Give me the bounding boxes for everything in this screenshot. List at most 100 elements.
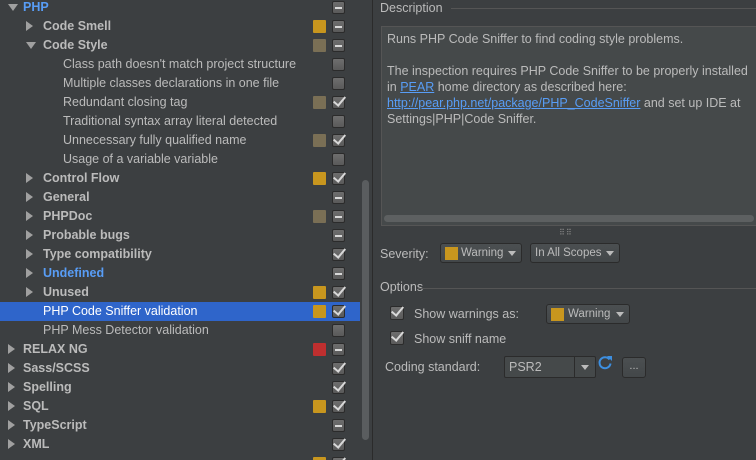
enable-checkbox[interactable] (332, 286, 345, 299)
collapsed-arrow-icon[interactable] (26, 230, 33, 240)
enable-checkbox[interactable] (332, 20, 345, 33)
enable-checkbox[interactable] (332, 248, 345, 261)
coding-standard-value: PSR2 (509, 360, 542, 374)
tree-scrollbar[interactable] (362, 180, 369, 440)
collapsed-arrow-icon[interactable] (26, 211, 33, 221)
tree-row[interactable]: SQL (0, 397, 360, 416)
tree-row[interactable]: Traditional syntax array literal detecte… (0, 112, 360, 131)
tree-row-label: Control Flow (43, 171, 120, 185)
tree-row-label: PHPDoc (43, 209, 93, 223)
refresh-icon[interactable] (596, 354, 614, 372)
scope-value: In All Scopes (535, 247, 602, 259)
collapsed-arrow-icon[interactable] (8, 363, 15, 373)
show-warnings-label: Show warnings as: (414, 307, 519, 321)
severity-label: Severity: (380, 247, 429, 261)
tree-row[interactable]: Multiple classes declarations in one fil… (0, 74, 360, 93)
description-paragraph-2: The inspection requires PHP Code Sniffer… (387, 63, 756, 127)
enable-checkbox[interactable] (332, 419, 345, 432)
enable-checkbox[interactable] (332, 267, 345, 280)
collapsed-arrow-icon[interactable] (26, 268, 33, 278)
tree-row[interactable]: RELAX NG (0, 340, 360, 359)
collapsed-arrow-icon[interactable] (26, 192, 33, 202)
collapsed-arrow-icon[interactable] (26, 21, 33, 31)
show-warnings-dropdown[interactable]: Warning (546, 304, 630, 324)
enable-checkbox[interactable] (332, 115, 345, 128)
tree-row[interactable]: Sass/SCSS (0, 359, 360, 378)
enable-checkbox[interactable] (332, 400, 345, 413)
collapsed-arrow-icon[interactable] (8, 439, 15, 449)
enable-checkbox[interactable] (332, 362, 345, 375)
enable-checkbox[interactable] (332, 210, 345, 223)
tree-row-label: RELAX NG (23, 342, 88, 356)
severity-swatch-icon (313, 305, 326, 318)
enable-checkbox[interactable] (332, 324, 345, 337)
collapsed-arrow-icon[interactable] (8, 344, 15, 354)
show-sniff-name-checkbox[interactable] (390, 331, 404, 345)
tree-row[interactable]: PHP (0, 0, 360, 17)
enable-checkbox[interactable] (332, 381, 345, 394)
tree-row[interactable]: PHPDoc (0, 207, 360, 226)
tree-row[interactable]: Type compatibility (0, 245, 360, 264)
tree-row[interactable]: PHP Mess Detector validation (0, 321, 360, 340)
chevron-down-icon (606, 251, 614, 256)
options-separator (418, 288, 756, 289)
description-text-b: home directory as described here: (434, 80, 627, 94)
enable-checkbox[interactable] (332, 305, 345, 318)
scope-dropdown[interactable]: In All Scopes (530, 243, 620, 263)
tree-row[interactable]: Unnecessary fully qualified name (0, 131, 360, 150)
show-warnings-checkbox[interactable] (390, 306, 404, 320)
tree-row-label: Type compatibility (43, 247, 152, 261)
collapsed-arrow-icon[interactable] (8, 382, 15, 392)
enable-checkbox[interactable] (332, 438, 345, 451)
tree-row[interactable]: Class path doesn't match project structu… (0, 55, 360, 74)
enable-checkbox[interactable] (332, 343, 345, 356)
collapsed-arrow-icon[interactable] (26, 173, 33, 183)
tree-row[interactable]: TypeScript (0, 416, 360, 435)
tree-row[interactable]: Undefined (0, 264, 360, 283)
tree-row[interactable]: Redundant closing tag (0, 93, 360, 112)
tree-row-label: Class path doesn't match project structu… (63, 57, 297, 71)
tree-row[interactable]: Probable bugs (0, 226, 360, 245)
enable-checkbox[interactable] (332, 39, 345, 52)
coding-standard-dropdown[interactable]: PSR2 (504, 356, 596, 378)
tree-row[interactable]: Code Smell (0, 17, 360, 36)
tree-row[interactable]: PHP Code Sniffer validation (0, 302, 360, 321)
tree-row[interactable]: Control Flow (0, 169, 360, 188)
collapsed-arrow-icon[interactable] (26, 249, 33, 259)
tree-row[interactable]: Unused (0, 283, 360, 302)
collapsed-arrow-icon[interactable] (8, 420, 15, 430)
tree-row[interactable]: Spelling (0, 378, 360, 397)
inspections-tree[interactable]: PHP Code Smell Code Style Class path doesn'… (0, 0, 372, 460)
expanded-arrow-icon[interactable] (26, 42, 36, 49)
severity-dropdown[interactable]: Warning (440, 243, 522, 263)
enable-checkbox[interactable] (332, 191, 345, 204)
tree-row-label: Spelling (23, 380, 72, 394)
coding-standard-label: Coding standard: (385, 360, 481, 374)
enable-checkbox[interactable] (332, 172, 345, 185)
collapsed-arrow-icon[interactable] (26, 287, 33, 297)
tree-row[interactable]: Usage of a variable variable (0, 150, 360, 169)
resize-grip-icon[interactable]: ⠿⠿ (559, 228, 573, 237)
tree-row-label: Traditional syntax array literal detecte… (63, 114, 278, 128)
tree-row[interactable]: General (0, 188, 360, 207)
enable-checkbox[interactable] (332, 134, 345, 147)
tree-row-label: Probable bugs (43, 228, 130, 242)
tree-row[interactable]: Code Style (0, 36, 360, 55)
enable-checkbox[interactable] (332, 77, 345, 90)
tree-row[interactable] (0, 454, 360, 460)
pear-link[interactable]: PEAR (400, 80, 434, 94)
collapsed-arrow-icon[interactable] (8, 401, 15, 411)
enable-checkbox[interactable] (332, 96, 345, 109)
enable-checkbox[interactable] (332, 229, 345, 242)
more-options-button[interactable]: ... (622, 357, 646, 378)
expanded-arrow-icon[interactable] (8, 4, 18, 11)
codesniffer-link[interactable]: http://pear.php.net/package/PHP_CodeSnif… (387, 96, 640, 110)
inspection-details-panel: Description Runs PHP Code Sniffer to fin… (373, 0, 756, 460)
description-horizontal-scrollbar[interactable] (384, 215, 754, 222)
enable-checkbox[interactable] (332, 1, 345, 14)
enable-checkbox[interactable] (332, 58, 345, 71)
tree-row-label: Unused (43, 285, 89, 299)
enable-checkbox[interactable] (332, 153, 345, 166)
tree-row[interactable]: XML (0, 435, 360, 454)
description-text: Runs PHP Code Sniffer to find coding sty… (387, 31, 756, 143)
